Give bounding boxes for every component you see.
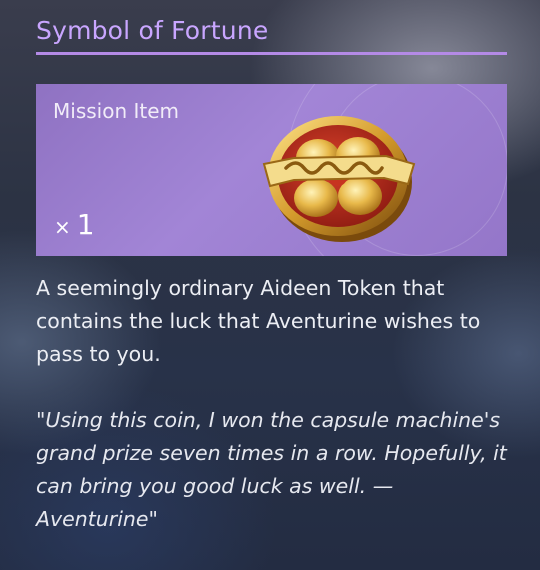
title-divider [36,52,507,55]
item-detail-panel: Symbol of Fortune Mission Item × 1 A see… [0,0,540,570]
quantity-prefix: × [54,215,71,239]
item-quantity: × 1 [54,208,95,241]
aideen-token-coin-icon [262,116,416,242]
item-card[interactable]: Mission Item × 1 [36,84,507,256]
item-flavor-quote: "Using this coin, I won the capsule mach… [36,408,507,531]
item-title: Symbol of Fortune [36,16,269,45]
item-category-label: Mission Item [53,99,180,123]
item-description: A seemingly ordinary Aideen Token that c… [36,276,481,366]
quantity-value: 1 [76,208,95,241]
